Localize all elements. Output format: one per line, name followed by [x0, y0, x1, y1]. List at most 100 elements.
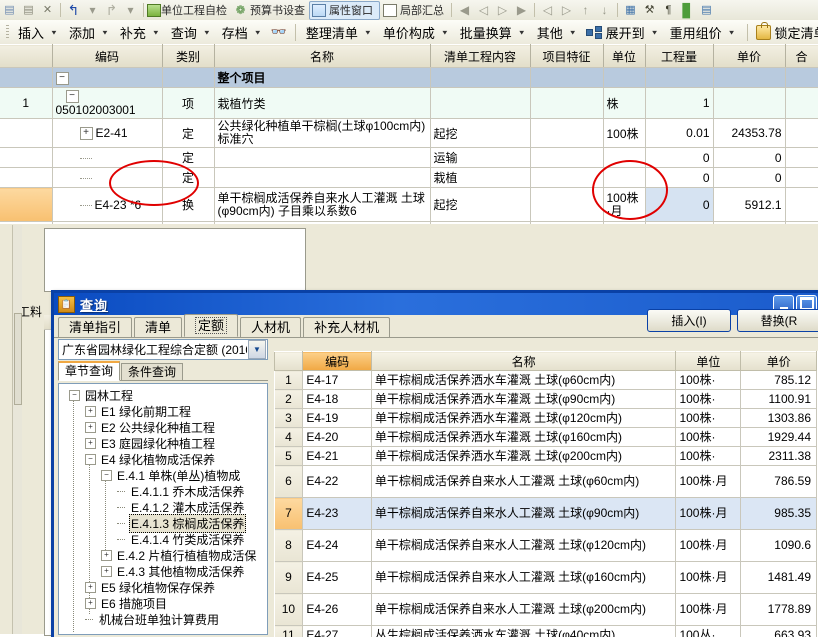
cell-price[interactable]: 1778.89 — [741, 594, 817, 626]
cell-name[interactable]: 单干棕榈成活保养洒水车灌溉 土球(φ60cm内) — [371, 371, 676, 390]
cell-quantity[interactable] — [645, 68, 713, 88]
col-code[interactable]: 编码 — [303, 352, 371, 371]
cell-name[interactable] — [214, 168, 430, 188]
cell-code[interactable]: − — [52, 68, 162, 88]
cell-name[interactable]: 公共绿化种植单干棕榈(土球φ100cm内)标准穴 — [214, 119, 430, 148]
cell-name[interactable]: 单干棕榈成活保养洒水车灌溉 土球(φ160cm内) — [371, 428, 676, 447]
scrollbar-thumb[interactable] — [14, 313, 22, 405]
tab-list-guide[interactable]: 清单指引 — [58, 317, 132, 337]
subtab-condition-query[interactable]: 条件查询 — [121, 363, 183, 380]
chapter-tree[interactable]: − 园林工程 + E1 绿化前期工程 + E2 公共绿化种植工程 + E3 庭园… — [58, 383, 268, 635]
cell-category[interactable]: 定 — [162, 148, 214, 168]
table-row[interactable]: 1 E4-17 单干棕榈成活保养洒水车灌溉 土球(φ60cm内) 100株· 7… — [275, 371, 817, 390]
cell-total[interactable] — [785, 188, 818, 222]
tree-node[interactable]: + E6 措施项目 — [63, 595, 267, 611]
move-left-icon[interactable]: ◁ — [539, 2, 556, 19]
cell-unit[interactable]: 100株·月 — [676, 594, 741, 626]
budget-review-button[interactable]: ❁ 预算书设查 — [231, 2, 309, 19]
move-up-icon[interactable]: ↑ — [577, 2, 594, 19]
cell-total[interactable] — [785, 68, 818, 88]
col-content[interactable]: 清单工程内容 — [430, 45, 530, 68]
cell-code[interactable] — [52, 148, 162, 168]
cell-code[interactable]: E4-19 — [303, 409, 371, 428]
cell-category[interactable]: 定 — [162, 119, 214, 148]
replace-button[interactable]: 替换(R — [737, 309, 818, 332]
col-unit[interactable]: 单位 — [676, 352, 741, 371]
cell-total[interactable] — [785, 168, 818, 188]
move-right-icon[interactable]: ▷ — [558, 2, 575, 19]
tree-node[interactable]: E.4.1.1 乔木成活保养 — [63, 483, 267, 499]
cell-price[interactable]: 985.35 — [741, 498, 817, 530]
nav-next-icon[interactable]: ▷ — [494, 2, 511, 19]
property-window-button[interactable]: 属性窗口 — [309, 1, 380, 20]
copy-icon[interactable]: ▤ — [1, 2, 18, 19]
tree-toggle-icon[interactable]: − — [69, 390, 80, 401]
cell-feature[interactable] — [530, 68, 603, 88]
cell-name[interactable] — [214, 148, 430, 168]
col-rownum[interactable] — [275, 352, 303, 371]
quota-results-grid[interactable]: 编码 名称 单位 单价 1 E4-17 单干棕榈成活保养洒水车灌溉 土球(φ60… — [274, 351, 818, 637]
cell-price[interactable]: 5912.1 — [713, 188, 785, 222]
cell-unit[interactable]: 株 — [603, 88, 645, 119]
cell-price[interactable]: 785.12 — [741, 371, 817, 390]
cell-feature[interactable] — [530, 168, 603, 188]
reuse-price-menu[interactable]: 重用组价 ▼ — [665, 21, 742, 43]
find-binoculars-button[interactable]: 👓 — [268, 21, 290, 43]
cell-price[interactable]: 24353.78 — [713, 119, 785, 148]
table-row[interactable]: 1 −050102003001 项 栽植竹类 株 1 — [0, 88, 818, 119]
cell-total[interactable] — [785, 88, 818, 119]
cell-feature[interactable] — [530, 119, 603, 148]
cell-code[interactable]: E4-20 — [303, 428, 371, 447]
cut-icon[interactable]: ✕ — [39, 2, 56, 19]
tree-toggle-icon[interactable]: − — [85, 454, 96, 465]
cell-unit[interactable]: 100株·月 — [676, 562, 741, 594]
undo-dropdown-icon[interactable]: ▾ — [84, 2, 101, 19]
toolbar-grip[interactable] — [6, 25, 9, 40]
table-row[interactable]: 2 E4-18 单干棕榈成活保养洒水车灌溉 土球(φ90cm内) 100株· 1… — [275, 390, 817, 409]
move-down-icon[interactable]: ↓ — [596, 2, 613, 19]
cell-price[interactable]: 1100.91 — [741, 390, 817, 409]
cell-code[interactable]: E4-22 — [303, 466, 371, 498]
cell-price[interactable]: 0 — [713, 168, 785, 188]
cell-quantity[interactable]: 0 — [645, 148, 713, 168]
insert-button[interactable]: 插入(I) — [647, 309, 731, 332]
tree-node-selected[interactable]: E.4.1.3 棕榈成活保养 — [63, 515, 267, 531]
cell-unit[interactable]: 100株· — [676, 409, 741, 428]
paragraph-icon[interactable]: ¶ — [660, 2, 677, 19]
tree-toggle-expand[interactable]: + — [80, 127, 93, 140]
cell-price[interactable]: 663.93 — [741, 626, 817, 637]
cell-quantity[interactable]: 0 — [645, 168, 713, 188]
cell-price[interactable]: 786.59 — [741, 466, 817, 498]
nav-prev-icon[interactable]: ◁ — [475, 2, 492, 19]
organize-list-menu[interactable]: 整理清单 ▼ — [301, 21, 378, 43]
archive-menu[interactable]: 存档 ▼ — [217, 21, 268, 43]
cell-name[interactable]: 单干棕榈成活保养自来水人工灌溉 土球(φ200cm内) — [371, 594, 676, 626]
list-icon[interactable]: ▤ — [698, 2, 715, 19]
table-row[interactable]: E4-23 *6 换 单干棕榈成活保养自来水人工灌溉 土球(φ90cm内) 子目… — [0, 188, 818, 222]
cell-price[interactable]: 1481.49 — [741, 562, 817, 594]
tree-node[interactable]: − E4 绿化植物成活保养 — [63, 451, 267, 467]
nav-last-icon[interactable]: ▶ — [513, 2, 530, 19]
table-row[interactable]: 3 E4-19 单干棕榈成活保养洒水车灌溉 土球(φ120cm内) 100株· … — [275, 409, 817, 428]
cell-unit[interactable]: 100株· — [676, 447, 741, 466]
cell-name[interactable]: 单干棕榈成活保养洒水车灌溉 土球(φ90cm内) — [371, 390, 676, 409]
col-rownum[interactable] — [0, 45, 52, 68]
tree-toggle-icon[interactable]: + — [85, 438, 96, 449]
tree-toggle-collapse[interactable]: − — [56, 72, 69, 85]
table-row[interactable]: − 整个项目 — [0, 68, 818, 88]
cell-name[interactable]: 单干棕榈成活保养自来水人工灌溉 土球(φ90cm内) 子目乘以系数6 — [214, 188, 430, 222]
cell-code[interactable]: E4-23 — [303, 498, 371, 530]
tree-toggle-collapse[interactable]: − — [66, 90, 79, 103]
cell-code[interactable]: E4-21 — [303, 447, 371, 466]
cell-price[interactable]: 0 — [713, 148, 785, 168]
tree-node[interactable]: E.4.1.4 竹类成活保养 — [63, 531, 267, 547]
green-book-icon[interactable]: ▊ — [679, 2, 696, 19]
cell-price[interactable]: 1303.86 — [741, 409, 817, 428]
insert-menu[interactable]: 插入 ▼ — [13, 21, 64, 43]
cell-code[interactable]: E4-25 — [303, 562, 371, 594]
cell-code[interactable]: E4-24 — [303, 530, 371, 562]
tree-node[interactable]: + E5 绿化植物保存保养 — [63, 579, 267, 595]
tree-toggle-icon[interactable]: + — [101, 566, 112, 577]
cell-name[interactable]: 单干棕榈成活保养自来水人工灌溉 土球(φ90cm内) — [371, 498, 676, 530]
calendar-icon[interactable]: ▦ — [622, 2, 639, 19]
